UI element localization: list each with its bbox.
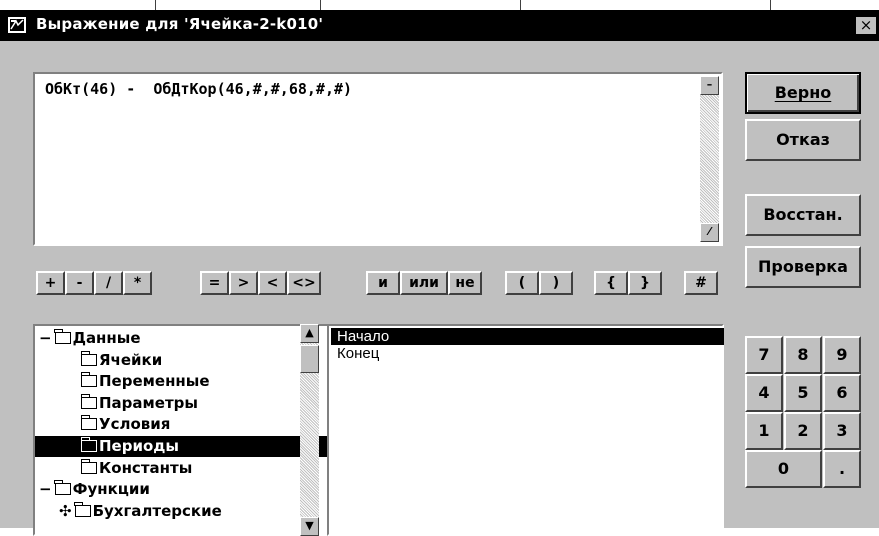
cancel-button-label: Отказ	[776, 130, 830, 149]
item-list[interactable]: Начало Конец	[327, 324, 724, 536]
ok-button[interactable]: Верно	[745, 72, 861, 114]
operator-group-compare: = > < <>	[200, 271, 321, 295]
op-plus-button[interactable]: +	[36, 271, 65, 295]
op-equals-button[interactable]: =	[200, 271, 229, 295]
tree-item-label: Периоды	[99, 437, 179, 455]
tree-item[interactable]: Условия	[80, 414, 171, 435]
expression-scrollbar[interactable]: – ⁄	[700, 76, 719, 242]
tree-item-label: Переменные	[99, 372, 210, 391]
op-or-button[interactable]: или	[400, 271, 448, 295]
folder-icon	[54, 480, 71, 496]
op-close-paren-button[interactable]: )	[539, 271, 573, 295]
operator-group-arith: + - / *	[36, 271, 152, 295]
scroll-up-button[interactable]: –	[700, 76, 719, 95]
tree-item[interactable]: − Данные	[39, 328, 141, 349]
tree-item-label: Функции	[72, 480, 150, 499]
tree-item-label: Параметры	[99, 393, 198, 412]
folder-icon	[80, 437, 97, 452]
desktop-strip	[0, 0, 879, 10]
expression-dialog: Выражение для 'Ячейка-2-k010' × ОбКт(46)…	[0, 10, 879, 536]
expression-text[interactable]: ОбКт(46) - ОбДтКор(46,#,#,68,#,#)	[45, 80, 352, 98]
collapse-icon[interactable]: −	[39, 480, 52, 498]
op-not-equal-button[interactable]: <>	[287, 271, 321, 295]
category-tree[interactable]: − Данные Ячейки Переменные Параметры Условия П…	[33, 324, 329, 536]
key-dot-button[interactable]: .	[823, 450, 861, 488]
numeric-keypad: 789 456 1230.	[745, 336, 861, 489]
key-3-button[interactable]: 3	[823, 412, 861, 450]
operator-group-hash: #	[684, 271, 718, 295]
folder-icon	[80, 393, 97, 409]
op-less-button[interactable]: <	[258, 271, 287, 295]
check-button-label: Проверка	[758, 257, 848, 276]
operator-group-logic: и или не	[366, 271, 482, 295]
op-greater-button[interactable]: >	[229, 271, 258, 295]
tree-item-label: Бухгалтерские	[92, 501, 222, 520]
title-bar: Выражение для 'Ячейка-2-k010' ×	[0, 11, 879, 41]
tree-item[interactable]: Ячейки	[80, 350, 163, 371]
operator-group-parens: ( )	[505, 271, 573, 295]
restore-button[interactable]: Восстан.	[745, 194, 861, 236]
app-window-icon	[8, 17, 26, 33]
key-2-button[interactable]: 2	[784, 412, 822, 450]
tree-item-label: Условия	[99, 415, 171, 434]
collapse-icon[interactable]: −	[39, 329, 52, 347]
folder-icon	[54, 329, 71, 344]
op-minus-button[interactable]: -	[65, 271, 94, 295]
operator-group-braces: { }	[594, 271, 662, 295]
folder-icon	[80, 350, 97, 366]
folder-icon	[74, 501, 91, 517]
key-8-button[interactable]: 8	[784, 336, 822, 374]
tree-item[interactable]: Переменные	[80, 371, 210, 392]
key-7-button[interactable]: 7	[745, 336, 783, 374]
op-not-button[interactable]: не	[448, 271, 482, 295]
key-4-button[interactable]: 4	[745, 374, 783, 412]
list-item[interactable]: Начало	[331, 328, 724, 345]
tree-item-label: Константы	[99, 458, 193, 477]
folder-icon	[80, 415, 97, 431]
op-multiply-button[interactable]: *	[123, 271, 152, 295]
key-6-button[interactable]: 6	[823, 374, 861, 412]
expression-editor[interactable]: ОбКт(46) - ОбДтКор(46,#,#,68,#,#) – ⁄	[33, 72, 723, 246]
key-0-button[interactable]: 0	[745, 450, 822, 488]
tree-item[interactable]: Константы	[80, 458, 193, 479]
op-divide-button[interactable]: /	[94, 271, 123, 295]
cancel-button[interactable]: Отказ	[745, 119, 861, 161]
tree-scroll-thumb[interactable]	[300, 345, 319, 373]
ok-button-label: Верно	[774, 83, 832, 102]
folder-icon	[80, 372, 97, 388]
tree-item[interactable]: Периоды	[35, 436, 327, 457]
list-item[interactable]: Конец	[331, 345, 724, 362]
tree-scroll-down-button[interactable]: ▼	[300, 517, 319, 536]
tree-item[interactable]: ✣ Бухгалтерские	[59, 501, 222, 522]
key-5-button[interactable]: 5	[784, 374, 822, 412]
scroll-down-button[interactable]: ⁄	[700, 223, 719, 242]
op-and-button[interactable]: и	[366, 271, 400, 295]
tree-scrollbar[interactable]: ▲ ▼	[300, 324, 319, 536]
op-open-brace-button[interactable]: {	[594, 271, 628, 295]
restore-button-label: Восстан.	[763, 205, 843, 224]
check-button[interactable]: Проверка	[745, 246, 861, 288]
tree-item[interactable]: − Функции	[39, 479, 150, 500]
close-button[interactable]: ×	[855, 16, 877, 35]
op-close-brace-button[interactable]: }	[628, 271, 662, 295]
expand-icon[interactable]: ✣	[59, 502, 72, 520]
folder-icon	[80, 458, 97, 474]
key-1-button[interactable]: 1	[745, 412, 783, 450]
op-open-paren-button[interactable]: (	[505, 271, 539, 295]
window-title: Выражение для 'Ячейка-2-k010'	[36, 15, 324, 33]
op-hash-button[interactable]: #	[684, 271, 718, 295]
tree-item-label: Данные	[72, 329, 141, 347]
tree-scroll-up-button[interactable]: ▲	[300, 324, 319, 343]
tree-item-label: Ячейки	[99, 350, 163, 369]
tree-item[interactable]: Параметры	[80, 393, 198, 414]
key-9-button[interactable]: 9	[823, 336, 861, 374]
